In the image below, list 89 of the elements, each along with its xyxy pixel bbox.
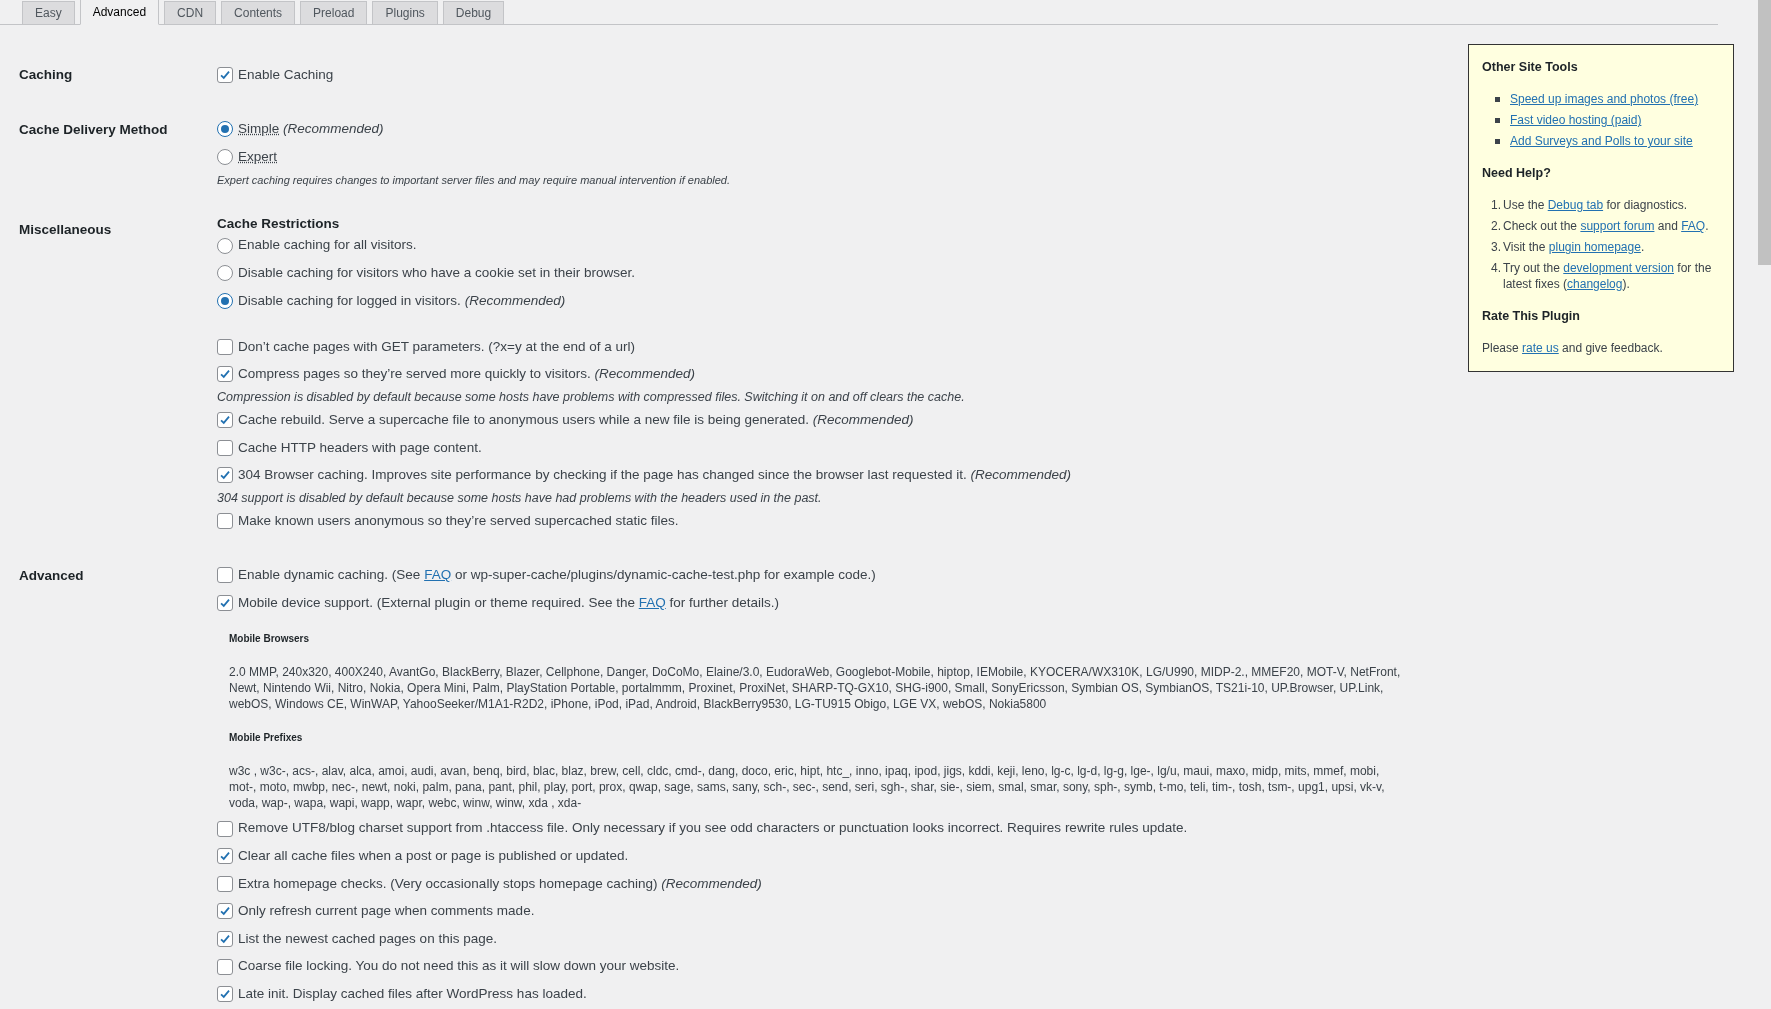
tab[interactable]: Advanced: [79, 0, 160, 25]
link[interactable]: changelog: [1567, 277, 1623, 291]
checkbox[interactable]: [217, 595, 233, 611]
list-text: w3c , w3c-, acs-, alav, alca, amoi, audi, avan, benq, bird, blac, blaz, brew, cell, cldc, cmd-, dang, doco, eric, hipt, htc_, inno, ipaq, ipod, jigs, kddi, keji, leno, lg-c, lg-d, lg-g, lge-, lg/u, maui, maxo, midp, mits, mmef, mobi, mot-, moto, mwbp, nec-, newt, noki, palm, pana, pant, phil, play, port, prox, qwap, sage, sams, sany, sch-, sec-, send, seri, sgh-, shar, sie-, siem, smal, smar, sony, sph-, symb, t-mo, teli, tim-, tosh, tsm-, upg1, upsi, vk-v, voda, wap-, wapa, wapi, wapp, wapr, webc, winw, winw, xda , xda-: [229, 762, 1386, 811]
list-heading: Mobile Browsers: [229, 632, 310, 645]
list-number: 1.: [1491, 197, 1502, 213]
sidebar-heading: Other Site Tools: [1482, 59, 1579, 76]
tab[interactable]: CDN: [164, 1, 217, 24]
sidebar-heading: Need Help?: [1482, 165, 1552, 182]
option-label: Only refresh current page when comments made.: [238, 902, 535, 921]
checkbox[interactable]: [217, 986, 233, 1003]
radio-button[interactable]: [217, 292, 233, 309]
link[interactable]: plugin homepage: [1548, 240, 1641, 254]
sidebar-heading: Rate This Plugin: [1482, 308, 1581, 325]
list-text: 2.0 MMP, 240x320, 400X240, AvantGo, BlackBerry, Blazer, Cellphone, Danger, DoCoMo, Elaine/3.0, EudoraWeb, Googlebot-Mobile, hiptop, IEMobile, KYOCERA/WX310K, LG/U990, MIDP-2., MMEF20, MOT-V, NetFront, Newt, Nintendo Wii, Nitro, Nokia, Opera Mini, Palm, PlayStation Portable, portalmmm, Proxinet, ProxiNet, SHARP-TQ-GX10, SHG-i900, Small, SonyEricsson, Symbian OS, SymbianOS, TS21i-10, UP.Browser, UP.Link, webOS, Windows CE, WinWAP, YahooSeeker/M1A1-R2D2, iPhone, iPod, iPad, Android, BlackBerry9530, LG-TU915 Obigo, LGE VX, webOS, Nokia5800: [229, 663, 1402, 712]
checkbox[interactable]: [217, 66, 233, 83]
option-label: Cache HTTP headers with page content.: [238, 438, 482, 457]
sidebar-text: Use the Debug tab for diagnostics.: [1503, 197, 1688, 213]
option-label: Late init. Display cached files after WordPress has loaded.: [238, 985, 587, 1004]
option-label: Make known users anonymous so they’re served supercached static files.: [238, 511, 679, 530]
section-label: Miscellaneous: [18, 221, 113, 238]
checkbox[interactable]: [217, 958, 233, 975]
subsection-heading: Cache Restrictions: [217, 215, 340, 232]
radio-button[interactable]: [217, 121, 233, 138]
checkbox[interactable]: [217, 366, 233, 383]
option-label: Enable dynamic caching. (See FAQ or wp-super-cache/plugins/dynamic-cache-test.php for example code.): [238, 566, 876, 585]
bullet-icon: [1495, 138, 1500, 144]
link[interactable]: Fast video hosting (paid): [1510, 112, 1642, 128]
checkbox[interactable]: [217, 567, 233, 584]
radio-button[interactable]: [217, 265, 233, 282]
description-text: Expert caching requires changes to important server files and may require manual intervention if enabled.: [217, 172, 730, 188]
tab[interactable]: Easy: [22, 1, 75, 24]
list-number: 4.: [1491, 260, 1502, 276]
list-number: 3.: [1491, 239, 1502, 255]
option-label: Cache rebuild. Serve a supercache file to anonymous users while a new file is being generated. (Recommended): [238, 410, 914, 429]
link[interactable]: FAQ: [638, 594, 666, 610]
tab[interactable]: Plugins: [372, 1, 438, 24]
checkbox[interactable]: [217, 439, 233, 456]
scrollbar-thumb[interactable]: [1758, 0, 1771, 265]
link[interactable]: Add Surveys and Polls to your site: [1510, 133, 1693, 149]
option-label: Extra homepage checks. (Very occasionally stops homepage caching) (Recommended): [238, 874, 762, 893]
link[interactable]: support forum: [1580, 219, 1655, 233]
list-number: 2.: [1491, 218, 1502, 234]
option-label: Simple (Recommended): [238, 120, 384, 139]
link[interactable]: development version: [1563, 261, 1674, 275]
option-label: Clear all cache files when a post or page is published or updated.: [238, 847, 629, 866]
tab[interactable]: Contents: [221, 1, 296, 24]
radio-button[interactable]: [217, 149, 233, 165]
checkbox[interactable]: [217, 467, 233, 484]
note-text: Compression is disabled by default because some hosts have problems with compressed files. Switching it on and off clears the cache.: [217, 389, 966, 407]
section-label: Caching: [18, 67, 74, 83]
link[interactable]: Speed up images and photos (free): [1510, 91, 1699, 107]
bullet-icon: [1495, 117, 1500, 123]
tab[interactable]: Preload: [300, 1, 368, 24]
section-label: Advanced: [18, 567, 85, 584]
option-label: Coarse file locking. You do not need this as it will slow down your website.: [238, 957, 680, 976]
link[interactable]: Debug tab: [1547, 198, 1604, 212]
checkbox[interactable]: [217, 875, 233, 892]
checkbox[interactable]: [217, 903, 233, 920]
option-label: Mobile device support. (External plugin or theme required. See the FAQ for further details.): [238, 593, 780, 612]
list-heading: Mobile Prefixes: [229, 731, 303, 744]
sidebar-text: Check out the support forum and FAQ.: [1503, 218, 1709, 234]
option-label: 304 Browser caching. Improves site performance by checking if the page has changed since the browser last requested it. (Recommended): [238, 466, 1071, 485]
option-label: Don’t cache pages with GET parameters. (?x=y at the end of a url): [238, 337, 636, 356]
checkbox[interactable]: [217, 931, 233, 947]
option-label: Disable caching for visitors who have a cookie set in their browser.: [238, 264, 635, 283]
link[interactable]: FAQ: [1681, 219, 1706, 233]
bullet-icon: [1495, 96, 1500, 102]
checkbox[interactable]: [217, 412, 233, 429]
sidebar-text: Please rate us and give feedback.: [1482, 341, 1663, 355]
link[interactable]: rate us: [1522, 341, 1559, 355]
checkbox[interactable]: [217, 338, 233, 355]
section-label: Cache Delivery Method: [18, 121, 169, 138]
checkbox[interactable]: [217, 848, 233, 865]
option-label: Remove UTF8/blog charset support from .htaccess file. Only necessary if you see odd characters or punctuation looks incorrect. Requires rewrite rules update.: [238, 819, 1188, 838]
option-label: Disable caching for logged in visitors. (Recommended): [238, 291, 566, 310]
option-label: List the newest cached pages on this page.: [238, 929, 497, 948]
sidebar-text: Try out the development version for the latest fixes (changelog).: [1503, 260, 1713, 292]
option-label: Expert: [238, 147, 278, 166]
option-label: Compress pages so they’re served more quickly to visitors. (Recommended): [238, 365, 695, 384]
option-label: Enable Caching: [238, 65, 334, 84]
option-label: Enable caching for all visitors.: [238, 236, 417, 255]
note-text: 304 support is disabled by default because some hosts have had problems with the headers used in the past.: [217, 490, 823, 508]
radio-button[interactable]: [217, 237, 233, 254]
checkbox[interactable]: [217, 820, 233, 837]
link[interactable]: FAQ: [424, 567, 452, 583]
checkbox[interactable]: [217, 512, 233, 529]
sidebar-text: Visit the plugin homepage.: [1503, 239, 1645, 255]
tab[interactable]: Debug: [442, 1, 505, 24]
